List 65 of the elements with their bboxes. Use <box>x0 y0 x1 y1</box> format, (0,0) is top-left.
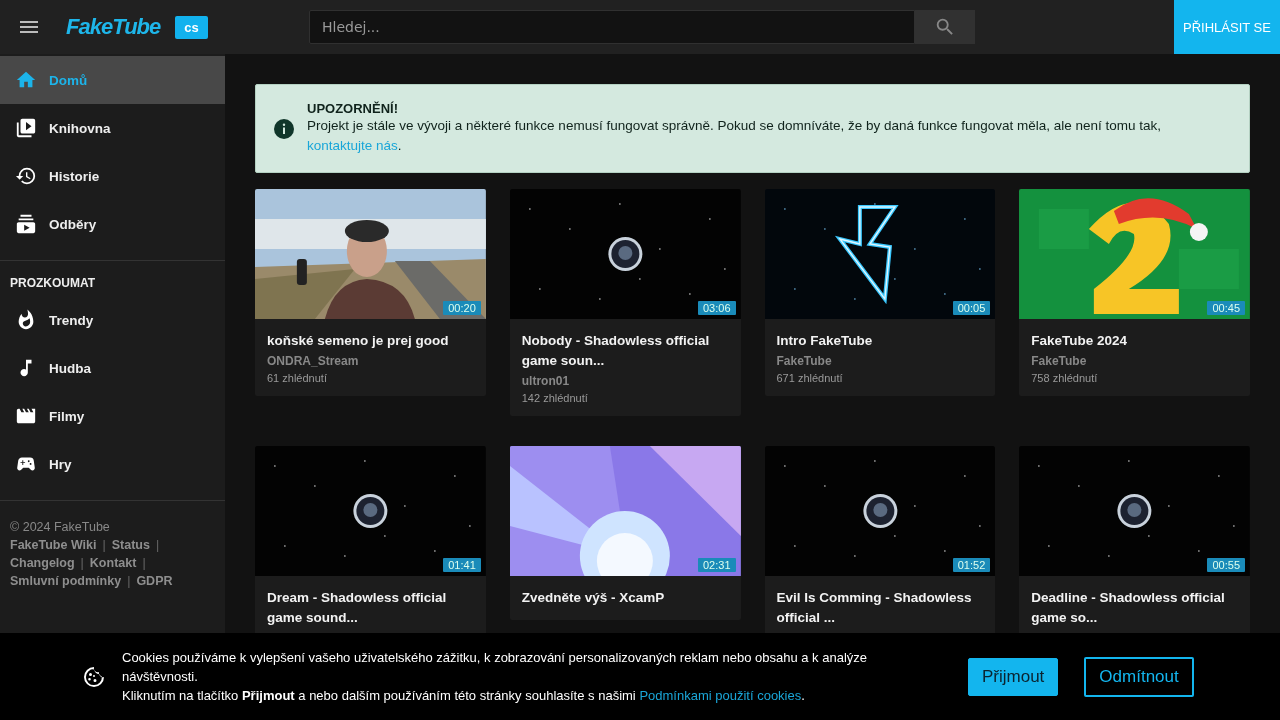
decline-button[interactable]: Odmítnout <box>1084 656 1194 697</box>
channel-name[interactable]: ultron01 <box>521 374 729 388</box>
channel-name[interactable]: FakeTube <box>1031 354 1238 368</box>
video-card[interactable]: 00:20 koňské semeno je prej good ONDRA_Stream 61 zhlédnutí <box>255 189 486 396</box>
sidebar-item[interactable]: Knihovna <box>0 104 225 152</box>
cookie-icon <box>82 664 106 689</box>
sidebar-item[interactable]: Trendy <box>0 296 225 344</box>
separator: | <box>155 537 160 554</box>
channel-name[interactable]: ONDRA_Stream <box>267 354 474 368</box>
video-title[interactable]: FakeTube 2024 <box>1031 331 1238 351</box>
video-title[interactable]: Deadline - Shadowless official game so... <box>1031 588 1238 628</box>
footer-link[interactable]: FakeTube Wiki <box>10 536 97 554</box>
video-title[interactable]: koňské semeno je prej good <box>267 331 474 351</box>
video-title[interactable]: Nobody - Shadowless official game soun... <box>521 331 729 371</box>
cookie-consent-text: Kliknutím na tlačítko Přijmout a nebo dalším používáním této stránky souhlasíte s našimi Podmínkami použití cookies. <box>122 687 806 705</box>
video-card[interactable]: 00:05 Intro FakeTube FakeTube 671 zhlédnutí <box>764 189 996 396</box>
video-title[interactable]: Evil Is Comming - Shadowless official ... <box>776 588 984 628</box>
video-title[interactable]: Zvedněte výš - XcamP <box>521 588 729 608</box>
duration-badge: 03:06 <box>697 301 736 315</box>
view-count: 142 zhlédnutí <box>521 392 589 404</box>
view-count: 758 zhlédnutí <box>1031 372 1099 384</box>
separator: | <box>142 555 146 572</box>
duration-badge: 00:20 <box>443 301 481 315</box>
sidebar-item[interactable]: Odběry <box>0 200 225 248</box>
duration-badge: 01:52 <box>952 558 991 572</box>
copyright: © 2024 FakeTube <box>10 519 111 536</box>
duration-badge: 00:55 <box>1207 558 1245 572</box>
footer-link[interactable]: GDPR <box>136 572 173 590</box>
sidebar-item[interactable]: Hry <box>0 440 225 488</box>
separator: | <box>102 537 106 554</box>
view-count: 671 zhlédnutí <box>776 372 844 384</box>
notice-title: UPOZORNĚNÍ! <box>307 101 399 116</box>
accept-button[interactable]: Přijmout <box>968 657 1059 696</box>
video-card[interactable]: 00:45 FakeTube 2024 FakeTube 758 zhlédnutí <box>1019 189 1250 396</box>
duration-badge: 00:45 <box>1207 301 1245 315</box>
search-icon <box>934 16 956 38</box>
duration-badge: 01:41 <box>443 558 481 572</box>
notice-text: Projekt je stále ve vývoji a některé funkce nemusí fungovat správně. Pokud se domníváte, že by daná funkce fungovat měla, ale není tomu tak, kontaktujte nás. <box>307 117 1162 155</box>
sidebar-item[interactable]: Domů <box>0 56 225 104</box>
search-button[interactable] <box>915 10 975 44</box>
separator: | <box>80 555 84 572</box>
history-icon <box>15 165 37 187</box>
duration-badge: 00:05 <box>952 301 991 315</box>
section-title: PROZKOUMAT <box>9 275 97 292</box>
footer-link[interactable]: Kontakt <box>89 554 137 572</box>
duration-badge: 02:31 <box>697 558 736 572</box>
channel-name[interactable]: FakeTube <box>776 354 984 368</box>
search-field[interactable]: Hledej... <box>309 10 915 44</box>
view-count: 61 zhlédnutí <box>267 372 328 384</box>
footer-link[interactable]: Smluvní podmínky <box>10 572 122 590</box>
video-title[interactable]: Intro FakeTube <box>776 331 984 351</box>
subscriptions-icon <box>15 213 37 235</box>
info-icon <box>274 118 294 139</box>
sidebar-item[interactable]: Hudba <box>0 344 225 392</box>
footer-link[interactable]: Changelog <box>10 554 75 572</box>
video-card[interactable]: 02:31 Zvedněte výš - XcamP <box>509 446 741 620</box>
logo[interactable]: FakeTube <box>66 14 161 40</box>
sidebar-item[interactable]: Historie <box>0 152 225 200</box>
video-library-icon <box>15 117 37 139</box>
video-title[interactable]: Dream - Shadowless official game sound... <box>267 588 474 628</box>
footer-link[interactable]: Status <box>111 536 150 554</box>
sidebar-item[interactable]: Filmy <box>0 392 225 440</box>
cookie-text: Cookies používáme k vylepšení vašeho uživatelského zážitku, k zobrazování personalizovaných reklam nebo obsahu a k analýze návštěvnosti. <box>122 649 869 686</box>
video-card[interactable]: 03:06 Nobody - Shadowless official game soun... ultron01 142 zhlédnutí <box>509 189 741 416</box>
separator: | <box>127 573 131 590</box>
